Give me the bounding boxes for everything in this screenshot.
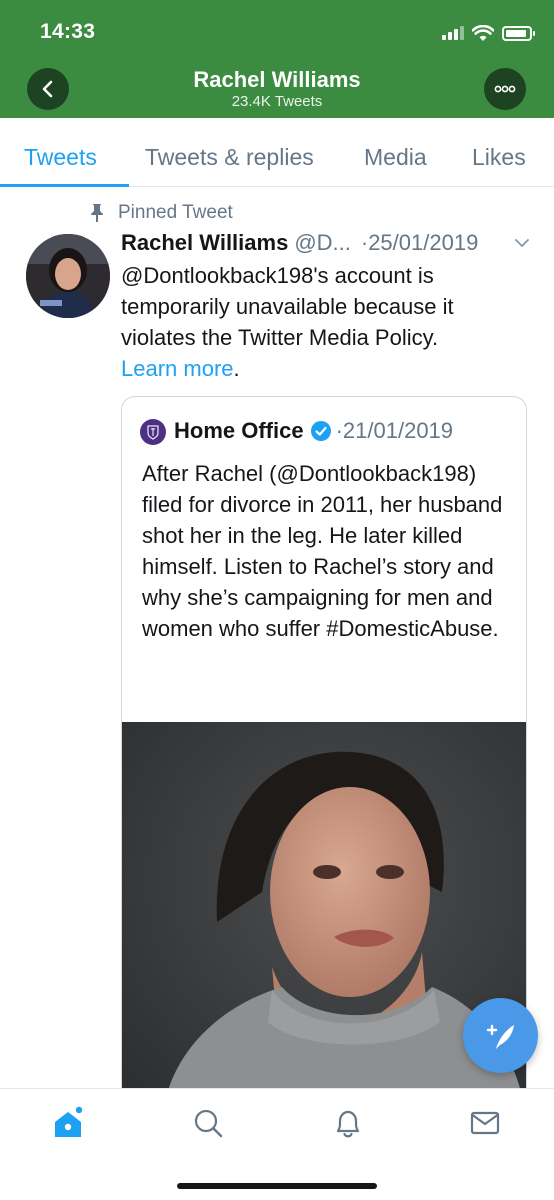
tweet-header: Rachel Williams @D... ·25/01/2019 xyxy=(121,230,531,256)
quoted-tweet-date: ·21/01/2019 xyxy=(335,418,454,443)
more-options-button[interactable] xyxy=(484,68,526,110)
tab-media[interactable]: Media xyxy=(364,144,427,171)
nav-notifications[interactable] xyxy=(330,1105,366,1141)
link-suffix: . xyxy=(233,356,240,381)
tab-tweets-and-replies[interactable]: Tweets & replies xyxy=(145,144,314,171)
profile-name-title: Rachel Williams xyxy=(193,67,361,92)
tab-tweets[interactable]: Tweets xyxy=(24,144,97,171)
learn-more-link[interactable]: Learn more xyxy=(121,356,234,381)
video-frame-image xyxy=(122,722,526,1115)
more-dots-icon xyxy=(494,85,516,93)
search-icon xyxy=(194,1109,223,1138)
compose-feather-icon xyxy=(486,1024,514,1049)
pin-icon xyxy=(91,204,103,222)
quoted-tweet-card[interactable]: Home Office ·21/01/2019 After Rachel (@D… xyxy=(121,396,527,1116)
nav-messages[interactable] xyxy=(467,1105,503,1141)
battery-icon xyxy=(502,25,535,41)
quoted-tweet-text: After Rachel (@Dontlookback198) filed fo… xyxy=(142,461,503,641)
verified-badge-icon xyxy=(310,421,331,441)
tweet-date: ·25/01/2019 xyxy=(360,230,479,255)
tweet-author-name[interactable]: Rachel Williams xyxy=(121,230,288,256)
messages-icon xyxy=(470,1111,500,1135)
status-icons xyxy=(442,22,535,44)
crest-icon xyxy=(147,425,159,440)
quoted-author-name: Home Office xyxy=(174,418,304,443)
signal-icon xyxy=(442,26,464,40)
tweet-count: 23.4K Tweets xyxy=(231,93,323,110)
video-thumbnail[interactable] xyxy=(122,722,526,1115)
tweet-body: @Dontlookback198's account is temporaril… xyxy=(121,260,531,384)
avatar[interactable] xyxy=(26,234,110,318)
wifi-icon xyxy=(472,24,494,41)
compose-tweet-button[interactable] xyxy=(463,998,538,1073)
home-indicator xyxy=(177,1183,377,1189)
avatar-image xyxy=(26,234,110,318)
status-time: 14:33 xyxy=(40,20,96,43)
tweet-author-handle: @D... xyxy=(294,230,351,255)
app-header: 14:33 Rachel Williams 23.4K Tweets xyxy=(0,0,554,118)
profile-tabs: Tweets Tweets & replies Media Likes xyxy=(0,118,554,187)
notifications-icon xyxy=(336,1110,360,1138)
tweet-text: @Dontlookback198's account is temporaril… xyxy=(121,263,454,350)
pinned-label-row: Pinned Tweet xyxy=(88,202,233,224)
nav-search[interactable] xyxy=(190,1105,226,1141)
quoted-tweet-header: Home Office ·21/01/2019 xyxy=(174,418,453,444)
chevron-down-icon[interactable] xyxy=(513,234,531,252)
nav-home[interactable] xyxy=(50,1105,86,1141)
pinned-tweet-label: Pinned Tweet xyxy=(118,202,233,223)
home-icon xyxy=(55,1106,83,1137)
tab-likes[interactable]: Likes xyxy=(472,144,526,171)
home-office-logo xyxy=(140,419,166,445)
active-tab-indicator xyxy=(0,184,129,187)
